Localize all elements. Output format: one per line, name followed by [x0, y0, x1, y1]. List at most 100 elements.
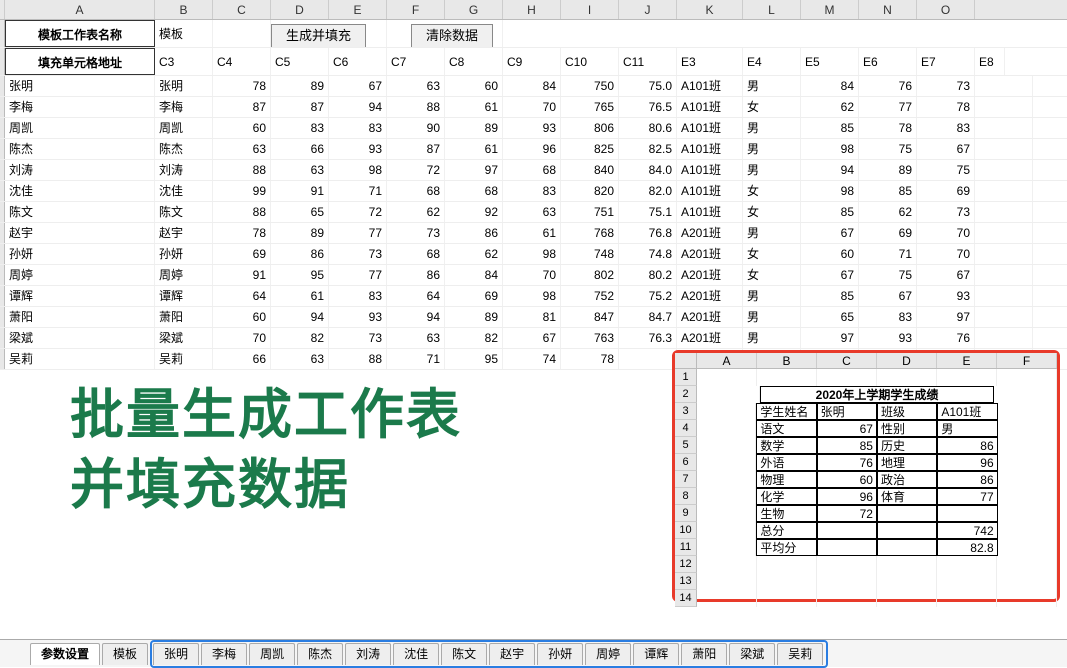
- score-cell[interactable]: 75: [859, 265, 917, 285]
- score-cell[interactable]: 84: [503, 76, 561, 96]
- inset-cell[interactable]: 张明: [817, 403, 877, 420]
- inset-cell[interactable]: 86: [937, 437, 997, 454]
- inset-cell[interactable]: 地理: [877, 454, 937, 471]
- class-cell[interactable]: A201班: [677, 244, 743, 264]
- score-cell[interactable]: [975, 223, 1033, 243]
- score-cell[interactable]: 68: [387, 181, 445, 201]
- score-cell[interactable]: 61: [445, 97, 503, 117]
- inset-cell[interactable]: [697, 420, 756, 437]
- score-cell[interactable]: 70: [503, 97, 561, 117]
- score-cell[interactable]: [975, 181, 1033, 201]
- score-cell[interactable]: 98: [503, 244, 561, 264]
- col-G[interactable]: G: [445, 0, 503, 19]
- score-cell[interactable]: 86: [445, 223, 503, 243]
- tab-student[interactable]: 孙妍: [537, 643, 583, 665]
- col-J[interactable]: J: [619, 0, 677, 19]
- tab-student[interactable]: 周凯: [249, 643, 295, 665]
- ref-c3[interactable]: C3: [155, 48, 213, 75]
- score-cell[interactable]: 83: [503, 181, 561, 201]
- class-cell[interactable]: A201班: [677, 265, 743, 285]
- tab-student[interactable]: 陈杰: [297, 643, 343, 665]
- score-cell[interactable]: 94: [387, 307, 445, 327]
- name-b[interactable]: 张明: [155, 76, 213, 96]
- score-cell[interactable]: 93: [917, 286, 975, 306]
- score-cell[interactable]: 97: [445, 160, 503, 180]
- score-cell[interactable]: 88: [329, 349, 387, 369]
- score-cell[interactable]: 84.0: [619, 160, 677, 180]
- inset-cell[interactable]: 96: [937, 454, 997, 471]
- inset-cell[interactable]: 67: [817, 420, 877, 437]
- col-B[interactable]: B: [155, 0, 213, 19]
- tab-params[interactable]: 参数设置: [30, 643, 100, 665]
- score-cell[interactable]: 63: [271, 160, 329, 180]
- score-cell[interactable]: [975, 118, 1033, 138]
- score-cell[interactable]: 69: [213, 244, 271, 264]
- name-b[interactable]: 李梅: [155, 97, 213, 117]
- score-cell[interactable]: [975, 160, 1033, 180]
- inset-cell[interactable]: 77: [937, 488, 997, 505]
- score-cell[interactable]: 67: [329, 76, 387, 96]
- score-cell[interactable]: 96: [503, 139, 561, 159]
- class-cell[interactable]: A101班: [677, 160, 743, 180]
- score-cell[interactable]: 61: [503, 223, 561, 243]
- score-cell[interactable]: 89: [445, 307, 503, 327]
- score-cell[interactable]: 825: [561, 139, 619, 159]
- score-cell[interactable]: 73: [917, 76, 975, 96]
- score-cell[interactable]: 71: [329, 181, 387, 201]
- score-cell[interactable]: 82: [271, 328, 329, 348]
- tab-student[interactable]: 陈文: [441, 643, 487, 665]
- name-b[interactable]: 周婷: [155, 265, 213, 285]
- col-E[interactable]: E: [329, 0, 387, 19]
- score-cell[interactable]: 60: [213, 118, 271, 138]
- score-cell[interactable]: 847: [561, 307, 619, 327]
- score-cell[interactable]: 62: [445, 244, 503, 264]
- inset-cell[interactable]: [697, 522, 756, 539]
- score-cell[interactable]: [619, 349, 677, 369]
- name-b[interactable]: 刘涛: [155, 160, 213, 180]
- inset-cell[interactable]: 班级: [877, 403, 937, 420]
- score-cell[interactable]: 69: [917, 181, 975, 201]
- score-cell[interactable]: 73: [387, 223, 445, 243]
- gender-cell[interactable]: 女: [743, 244, 801, 264]
- score-cell[interactable]: 94: [329, 97, 387, 117]
- generate-fill-button[interactable]: 生成并填充: [271, 24, 366, 47]
- score-cell[interactable]: 67: [917, 265, 975, 285]
- score-cell[interactable]: 89: [271, 76, 329, 96]
- inset-cell[interactable]: [998, 454, 1057, 471]
- col-N[interactable]: N: [859, 0, 917, 19]
- score-cell[interactable]: 62: [387, 202, 445, 222]
- gender-cell[interactable]: 男: [743, 307, 801, 327]
- gender-cell[interactable]: 男: [743, 76, 801, 96]
- score-cell[interactable]: 72: [387, 160, 445, 180]
- tab-student[interactable]: 吴莉: [777, 643, 823, 665]
- score-cell[interactable]: 66: [271, 139, 329, 159]
- inset-cell[interactable]: [877, 522, 937, 539]
- score-cell[interactable]: 63: [213, 139, 271, 159]
- score-cell[interactable]: 70: [503, 265, 561, 285]
- inset-cell[interactable]: [697, 437, 756, 454]
- inset-cell[interactable]: 86: [937, 471, 997, 488]
- class-cell[interactable]: A201班: [677, 328, 743, 348]
- score-cell[interactable]: 76: [917, 328, 975, 348]
- tab-student[interactable]: 赵宇: [489, 643, 535, 665]
- inset-cell[interactable]: [998, 539, 1057, 556]
- score-cell[interactable]: 75.2: [619, 286, 677, 306]
- score-cell[interactable]: 765: [561, 97, 619, 117]
- score-cell[interactable]: 95: [445, 349, 503, 369]
- class-cell[interactable]: A101班: [677, 76, 743, 96]
- score-cell[interactable]: 91: [271, 181, 329, 201]
- score-cell[interactable]: 76.8: [619, 223, 677, 243]
- score-cell[interactable]: 73: [329, 328, 387, 348]
- score-cell[interactable]: 80.2: [619, 265, 677, 285]
- value-template-name[interactable]: 模板: [155, 20, 213, 47]
- tab-student[interactable]: 萧阳: [681, 643, 727, 665]
- gender-cell[interactable]: 男: [743, 160, 801, 180]
- score-cell[interactable]: 74: [503, 349, 561, 369]
- name-b[interactable]: 陈杰: [155, 139, 213, 159]
- tab-student[interactable]: 梁斌: [729, 643, 775, 665]
- class-cell[interactable]: A101班: [677, 202, 743, 222]
- score-cell[interactable]: 89: [859, 160, 917, 180]
- score-cell[interactable]: 68: [503, 160, 561, 180]
- inset-cell[interactable]: 化学: [756, 488, 816, 505]
- name-b[interactable]: 沈佳: [155, 181, 213, 201]
